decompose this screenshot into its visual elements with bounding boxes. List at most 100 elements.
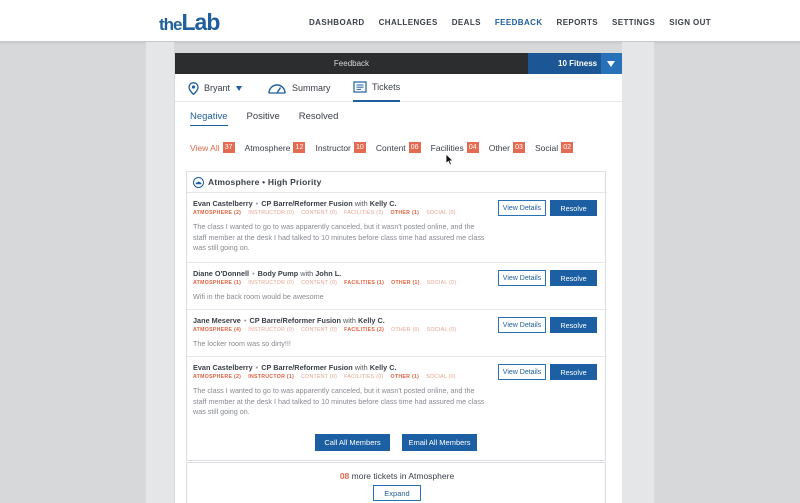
expand-button[interactable]: Expand bbox=[373, 485, 421, 501]
the-lab-logo[interactable]: theLab bbox=[159, 9, 221, 36]
tag-instructor: INSTRUCTOR (0) bbox=[248, 210, 295, 216]
nav-challenges[interactable]: CHALLENGES bbox=[379, 18, 438, 27]
ticket-row: Jane Meserve • CP Barre/Reformer Fusion wi… bbox=[187, 310, 607, 357]
panel-subnav: Bryant Summary Tickets bbox=[175, 74, 622, 102]
filter-social[interactable]: Social 02 bbox=[535, 142, 574, 153]
class-name: CP Barre/Reformer Fusion bbox=[261, 363, 353, 372]
group-actions: Call All Members Email All Members bbox=[187, 434, 607, 452]
tag-instructor: INSTRUCTOR (0) bbox=[248, 327, 295, 333]
view-details-button[interactable]: View Details bbox=[498, 364, 546, 380]
filter-atmosphere[interactable]: Atmosphere 12 bbox=[245, 142, 306, 153]
view-details-button[interactable]: View Details bbox=[498, 200, 546, 216]
tab-resolved[interactable]: Resolved bbox=[299, 111, 339, 126]
count-badge: 37 bbox=[222, 142, 235, 153]
filter-label: Atmosphere bbox=[244, 142, 291, 153]
tag-atmosphere: ATMOSPHERE (2) bbox=[193, 210, 242, 216]
filter-label: Instructor bbox=[315, 142, 351, 153]
with-word: with bbox=[354, 363, 368, 372]
category-tags: ATMOSPHERE (2) INSTRUCTOR (0) CONTENT (0… bbox=[193, 210, 463, 216]
logo-main: Lab bbox=[181, 9, 221, 35]
filter-content[interactable]: Content 06 bbox=[376, 142, 421, 153]
resolve-button[interactable]: Resolve bbox=[550, 200, 597, 216]
tag-atmosphere: ATMOSPHERE (1) bbox=[193, 280, 242, 286]
tag-atmosphere: ATMOSPHERE (4) bbox=[193, 327, 242, 333]
category-tags: ATMOSPHERE (4) INSTRUCTOR (0) CONTENT (0… bbox=[193, 327, 463, 333]
panel-title: Feedback bbox=[333, 59, 370, 68]
ticket-row: Diane O'Donnell • Body Pump with John L. A… bbox=[187, 263, 607, 310]
member-name: Evan Castelberry bbox=[193, 199, 253, 208]
instructor-name: Kelly C. bbox=[358, 316, 385, 325]
more-label: more tickets in Atmosphere bbox=[351, 471, 455, 481]
separator-dot: • bbox=[255, 199, 259, 208]
tag-social: SOCIAL (0) bbox=[426, 210, 456, 216]
category-tags: ATMOSPHERE (2) INSTRUCTOR (1) CONTENT (0… bbox=[193, 374, 463, 380]
instructor-name: John L. bbox=[315, 269, 342, 278]
mouse-cursor-icon bbox=[445, 153, 454, 166]
summary-label: Summary bbox=[292, 83, 331, 93]
resolve-button[interactable]: Resolve bbox=[550, 317, 597, 333]
tickets-label: Tickets bbox=[372, 82, 401, 92]
subnav-summary[interactable]: Summary bbox=[267, 74, 331, 102]
filter-label: Other bbox=[488, 142, 510, 153]
nav-settings[interactable]: SETTINGS bbox=[612, 18, 655, 27]
more-count: 08 bbox=[339, 471, 350, 481]
separator-dot: • bbox=[252, 269, 255, 278]
class-name: Body Pump bbox=[257, 269, 299, 278]
organization-dropdown-icon[interactable] bbox=[601, 53, 622, 74]
ticket-meta: Evan Castelberry • CP Barre/Reformer Fusio… bbox=[193, 199, 397, 208]
count-badge: 10 bbox=[353, 142, 366, 153]
more-tickets-card: 08 more tickets in Atmosphere Expand bbox=[186, 462, 606, 503]
feedback-panel: Feedback 10 Fitness Bryant Summary Ticke… bbox=[175, 53, 622, 503]
tag-other: OTHER (0) bbox=[391, 327, 420, 333]
group-title: Atmosphere • High Priority bbox=[208, 177, 322, 187]
filter-label: Content bbox=[375, 142, 406, 153]
tab-negative[interactable]: Negative bbox=[190, 111, 228, 126]
ticket-list-icon bbox=[353, 81, 367, 93]
ticket-row: Evan Castelberry • CP Barre/Reformer Fusio… bbox=[187, 357, 607, 427]
gauge-icon bbox=[268, 84, 286, 94]
with-word: with bbox=[354, 199, 368, 208]
organization-select[interactable]: 10 Fitness bbox=[528, 53, 622, 74]
view-details-button[interactable]: View Details bbox=[498, 317, 546, 333]
view-details-button[interactable]: View Details bbox=[498, 270, 546, 286]
nav-dashboard[interactable]: DASHBOARD bbox=[309, 18, 365, 27]
subnav-tickets[interactable]: Tickets bbox=[353, 74, 401, 102]
filter-other[interactable]: Other 03 bbox=[489, 142, 525, 153]
nav-sign-out[interactable]: SIGN OUT bbox=[669, 18, 711, 27]
nav-feedback[interactable]: FEEDBACK bbox=[495, 18, 543, 27]
separator-dot: • bbox=[255, 363, 259, 372]
filter-facilities[interactable]: Facilities 04 bbox=[431, 142, 479, 153]
filter-instructor[interactable]: Instructor 10 bbox=[315, 142, 366, 153]
tag-social: SOCIAL (0) bbox=[426, 327, 457, 333]
nav-reports[interactable]: REPORTS bbox=[557, 18, 598, 27]
more-tickets-text: 08 more tickets in Atmosphere bbox=[187, 471, 607, 481]
tag-content: CONTENT (0) bbox=[301, 210, 338, 216]
tag-social: SOCIAL (0) bbox=[426, 280, 457, 286]
location-select[interactable]: Bryant bbox=[188, 74, 243, 102]
class-name: CP Barre/Reformer Fusion bbox=[249, 316, 341, 325]
tag-facilities: FACILITIES (0) bbox=[344, 374, 384, 380]
count-badge: 12 bbox=[293, 142, 306, 153]
resolve-button[interactable]: Resolve bbox=[550, 270, 597, 286]
filter-view-all[interactable]: View All 37 bbox=[190, 142, 235, 153]
filter-label: Social bbox=[535, 142, 559, 153]
email-all-members-button[interactable]: Email All Members bbox=[402, 434, 477, 451]
ticket-meta: Evan Castelberry • CP Barre/Reformer Fusio… bbox=[193, 363, 397, 372]
count-badge: 02 bbox=[561, 142, 574, 153]
organization-name: 10 Fitness bbox=[558, 59, 598, 68]
tab-positive[interactable]: Positive bbox=[247, 111, 280, 126]
tag-facilities: FACILITIES (1) bbox=[344, 280, 385, 286]
instructor-name: Kelly C. bbox=[369, 199, 397, 208]
call-all-members-button[interactable]: Call All Members bbox=[315, 434, 390, 451]
tag-atmosphere: ATMOSPHERE (2) bbox=[193, 374, 242, 380]
nav-deals[interactable]: DEALS bbox=[452, 18, 481, 27]
right-gutter bbox=[622, 42, 654, 503]
location-pin-icon bbox=[188, 81, 199, 95]
ticket-message: Wifi in the back room would be awesome bbox=[193, 292, 324, 301]
tag-facilities: FACILITIES (2) bbox=[344, 210, 384, 216]
ticket-tabs: Negative Positive Resolved bbox=[190, 111, 357, 126]
count-badge: 04 bbox=[466, 142, 479, 153]
count-badge: 03 bbox=[513, 142, 525, 153]
tag-content: CONTENT (0) bbox=[301, 327, 338, 333]
resolve-button[interactable]: Resolve bbox=[550, 364, 597, 380]
